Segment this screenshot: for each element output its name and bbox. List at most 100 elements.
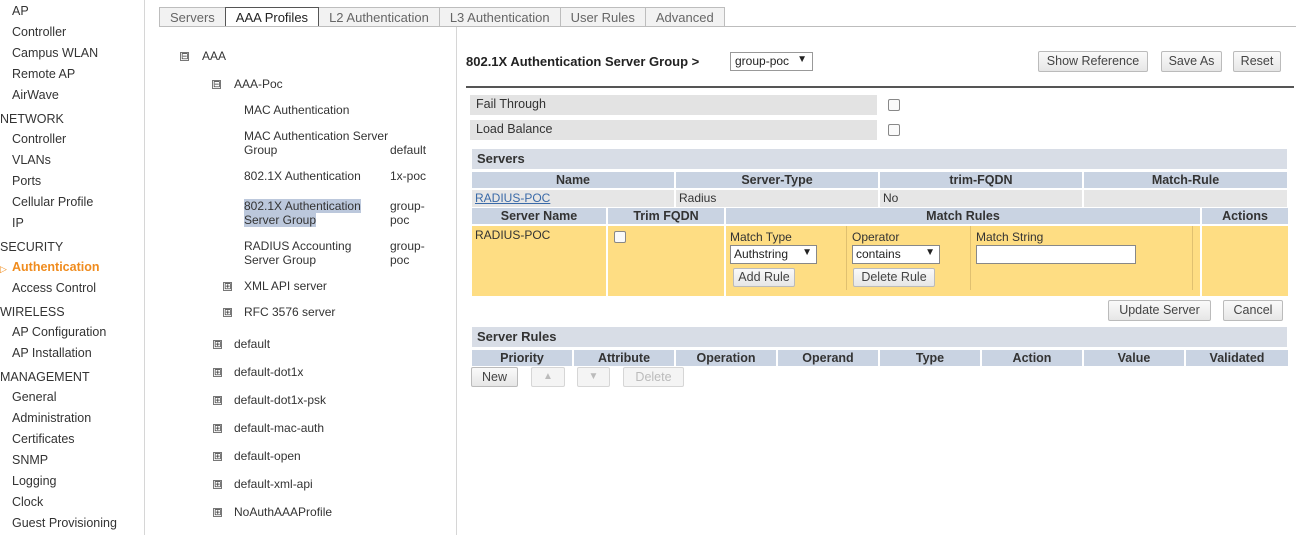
column-header-match-rule: Match-Rule bbox=[1084, 172, 1287, 188]
expand-icon[interactable]: ⊞ bbox=[213, 452, 222, 461]
move-up-icon[interactable]: ▲ bbox=[531, 367, 565, 387]
tree-node-default-xml-api[interactable]: default-xml-api bbox=[234, 477, 313, 491]
nav-item-network-controller[interactable]: Controller bbox=[12, 132, 66, 146]
nav-item-clock[interactable]: Clock bbox=[12, 495, 43, 509]
nav-item-vlans[interactable]: VLANs bbox=[12, 153, 51, 167]
add-rule-button[interactable]: Add Rule bbox=[733, 268, 795, 287]
nav-item-certificates[interactable]: Certificates bbox=[12, 432, 75, 446]
nav-item-access-control[interactable]: Access Control bbox=[12, 281, 96, 295]
nav-item-authentication[interactable]: Authentication bbox=[12, 260, 100, 274]
tree-node-value: 1x-poc bbox=[390, 169, 427, 183]
server-group-select[interactable]: group-poc ▼ bbox=[730, 52, 813, 71]
expand-icon[interactable]: ⊞ bbox=[213, 508, 222, 517]
tree-divider bbox=[456, 27, 457, 535]
tab-l2-authentication[interactable]: L2 Authentication bbox=[319, 7, 439, 27]
nav-section-management: MANAGEMENT bbox=[0, 370, 90, 384]
tree-node-label-line: RADIUS Accounting bbox=[244, 239, 352, 253]
update-server-button[interactable]: Update Server bbox=[1108, 300, 1211, 321]
match-type-value: Authstring bbox=[734, 247, 789, 261]
operator-select[interactable]: contains ▼ bbox=[852, 245, 940, 264]
tree-node-default-mac-auth[interactable]: default-mac-auth bbox=[234, 421, 324, 435]
nav-item-ap-configuration[interactable]: AP Configuration bbox=[12, 325, 106, 339]
tree-node-xml-api-server[interactable]: XML API server bbox=[244, 279, 327, 293]
tree-node-8021x-authentication[interactable]: 802.1X Authentication bbox=[244, 169, 361, 183]
nav-item-remote-ap[interactable]: Remote AP bbox=[12, 67, 75, 81]
expand-icon[interactable]: ⊞ bbox=[213, 340, 222, 349]
new-rule-button[interactable]: New bbox=[471, 367, 518, 387]
expand-icon[interactable]: ⊞ bbox=[223, 282, 232, 291]
tab-user-rules[interactable]: User Rules bbox=[559, 7, 645, 27]
tree-node-default-dot1x-psk[interactable]: default-dot1x-psk bbox=[234, 393, 326, 407]
tree-node-default-open[interactable]: default-open bbox=[234, 449, 301, 463]
nav-item-ap[interactable]: AP bbox=[12, 4, 29, 18]
nav-section-security: SECURITY bbox=[0, 240, 64, 254]
profile-tree: ⊟ AAA ⊟ AAA-Poc MAC Authentication MAC A… bbox=[160, 27, 456, 535]
column-header-operand: Operand bbox=[778, 350, 878, 366]
edit-trim-fqdn-cell bbox=[608, 226, 724, 296]
tree-node-radius-accounting-server-group[interactable]: RADIUS Accounting Server Group bbox=[244, 239, 351, 267]
collapse-icon[interactable]: ⊟ bbox=[212, 80, 221, 89]
delete-rule-button[interactable]: Delete bbox=[623, 367, 684, 387]
expand-icon[interactable]: ⊞ bbox=[213, 396, 222, 405]
reset-button[interactable]: Reset bbox=[1233, 51, 1281, 72]
load-balance-checkbox[interactable] bbox=[888, 124, 900, 136]
tree-node-mac-authentication[interactable]: MAC Authentication bbox=[244, 103, 349, 117]
save-as-button[interactable]: Save As bbox=[1161, 51, 1222, 72]
column-header-type: Type bbox=[880, 350, 980, 366]
nav-item-airwave[interactable]: AirWave bbox=[12, 88, 59, 102]
tree-node-rfc3576-server[interactable]: RFC 3576 server bbox=[244, 305, 335, 319]
nav-item-administration[interactable]: Administration bbox=[12, 411, 91, 425]
trim-fqdn-checkbox[interactable] bbox=[614, 231, 626, 243]
server-type-cell: Radius bbox=[676, 190, 878, 207]
tab-l3-authentication[interactable]: L3 Authentication bbox=[438, 7, 560, 27]
expand-icon[interactable]: ⊞ bbox=[213, 368, 222, 377]
column-header-attribute: Attribute bbox=[574, 350, 674, 366]
tab-aaa-profiles[interactable]: AAA Profiles bbox=[224, 7, 320, 27]
edit-server-name-cell: RADIUS-POC bbox=[472, 226, 606, 296]
server-name-link[interactable]: RADIUS-POC bbox=[475, 191, 550, 205]
nav-item-cellular-profile[interactable]: Cellular Profile bbox=[12, 195, 93, 209]
expand-icon[interactable]: ⊞ bbox=[213, 480, 222, 489]
nav-item-general[interactable]: General bbox=[12, 390, 56, 404]
collapse-icon[interactable]: ⊟ bbox=[180, 52, 189, 61]
match-rule-cell bbox=[1084, 190, 1287, 207]
column-header-actions: Actions bbox=[1202, 208, 1288, 224]
tree-node-value-line: group- bbox=[390, 199, 425, 213]
column-header-server-name: Server Name bbox=[472, 208, 606, 224]
nav-item-snmp[interactable]: SNMP bbox=[12, 453, 48, 467]
nav-item-guest-provisioning[interactable]: Guest Provisioning bbox=[12, 516, 117, 530]
tree-node-default-dot1x[interactable]: default-dot1x bbox=[234, 365, 303, 379]
cancel-button[interactable]: Cancel bbox=[1223, 300, 1283, 321]
fail-through-checkbox[interactable] bbox=[888, 99, 900, 111]
nav-section-wireless: WIRELESS bbox=[0, 305, 65, 319]
match-type-select[interactable]: Authstring ▼ bbox=[730, 245, 817, 264]
match-string-input[interactable] bbox=[976, 245, 1136, 264]
tab-servers[interactable]: Servers bbox=[159, 7, 225, 27]
tree-node-aaa[interactable]: AAA bbox=[202, 49, 226, 63]
nav-section-network: NETWORK bbox=[0, 112, 64, 126]
nav-item-ip[interactable]: IP bbox=[12, 216, 24, 230]
tree-node-noauthaaaprofile[interactable]: NoAuthAAAProfile bbox=[234, 505, 332, 519]
tab-advanced[interactable]: Advanced bbox=[644, 7, 725, 27]
tree-node-8021x-auth-server-group[interactable]: 802.1X Authentication Server Group bbox=[244, 199, 361, 227]
nav-item-controller[interactable]: Controller bbox=[12, 25, 66, 39]
nav-item-logging[interactable]: Logging bbox=[12, 474, 57, 488]
tree-node-mac-auth-server-group[interactable]: MAC Authentication Server Group bbox=[244, 129, 388, 157]
fail-through-label: Fail Through bbox=[470, 95, 877, 115]
expand-icon[interactable]: ⊞ bbox=[223, 308, 232, 317]
nav-item-campus-wlan[interactable]: Campus WLAN bbox=[12, 46, 98, 60]
tree-node-value: group- poc bbox=[390, 239, 425, 267]
move-down-icon[interactable]: ▼ bbox=[577, 367, 610, 387]
nav-item-ports[interactable]: Ports bbox=[12, 174, 41, 188]
show-reference-button[interactable]: Show Reference bbox=[1038, 51, 1148, 72]
tree-node-default[interactable]: default bbox=[234, 337, 270, 351]
column-header-action: Action bbox=[982, 350, 1082, 366]
tree-node-aaa-poc[interactable]: AAA-Poc bbox=[234, 77, 283, 91]
actions-cell bbox=[1202, 226, 1288, 296]
expand-icon[interactable]: ⊞ bbox=[213, 424, 222, 433]
chevron-down-icon: ▼ bbox=[925, 247, 935, 258]
server-name-cell: RADIUS-POC bbox=[472, 190, 674, 207]
delete-rule-button[interactable]: Delete Rule bbox=[853, 268, 935, 287]
trim-fqdn-cell: No bbox=[880, 190, 1082, 207]
nav-item-ap-installation[interactable]: AP Installation bbox=[12, 346, 92, 360]
